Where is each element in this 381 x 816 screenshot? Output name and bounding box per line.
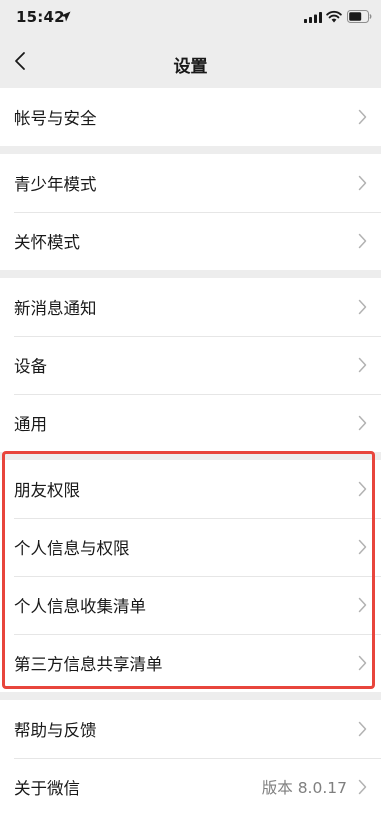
settings-item-personal-info-permissions[interactable]: 个人信息与权限 xyxy=(0,518,381,576)
settings-item-general[interactable]: 通用 xyxy=(0,394,381,452)
chevron-right-icon xyxy=(358,299,367,315)
settings-item-label: 个人信息收集清单 xyxy=(14,597,146,616)
settings-item-teen-mode[interactable]: 青少年模式 xyxy=(0,154,381,212)
settings-item-care-mode[interactable]: 关怀模式 xyxy=(0,212,381,270)
settings-item-label: 朋友权限 xyxy=(14,481,80,500)
settings-item-notifications[interactable]: 新消息通知 xyxy=(0,278,381,336)
chevron-right-icon xyxy=(358,109,367,125)
battery-icon xyxy=(347,10,372,23)
chevron-right-icon xyxy=(358,539,367,555)
settings-item-devices[interactable]: 设备 xyxy=(0,336,381,394)
chevron-right-icon xyxy=(358,779,367,795)
page-title: 设置 xyxy=(173,57,208,77)
status-time: 15:42 xyxy=(16,8,65,26)
settings-group-privacy: 朋友权限 个人信息与权限 个人信息收集清单 第三方信息共享清单 xyxy=(0,460,381,692)
settings-item-friend-permissions[interactable]: 朋友权限 xyxy=(0,460,381,518)
settings-item-personal-info-collection[interactable]: 个人信息收集清单 xyxy=(0,576,381,634)
settings-item-label: 通用 xyxy=(14,415,47,434)
settings-item-label: 帮助与反馈 xyxy=(14,721,97,740)
chevron-right-icon xyxy=(358,721,367,737)
chevron-right-icon xyxy=(358,597,367,613)
chevron-right-icon xyxy=(358,233,367,249)
settings-item-label: 新消息通知 xyxy=(14,299,97,318)
settings-item-about-wechat[interactable]: 关于微信 版本 8.0.17 xyxy=(0,758,381,816)
nav-bar: 设置 xyxy=(0,36,381,88)
status-bar: 15:42 xyxy=(0,0,381,36)
settings-item-label: 关于微信 xyxy=(14,779,80,798)
settings-item-label: 个人信息与权限 xyxy=(14,539,130,558)
settings-item-help-feedback[interactable]: 帮助与反馈 xyxy=(0,700,381,758)
settings-item-label: 青少年模式 xyxy=(14,175,97,194)
settings-group-account: 帐号与安全 xyxy=(0,88,381,146)
settings-item-label: 关怀模式 xyxy=(14,233,80,252)
settings-item-label: 第三方信息共享清单 xyxy=(14,655,163,674)
chevron-right-icon xyxy=(358,415,367,431)
version-value: 版本 8.0.17 xyxy=(261,779,347,797)
chevron-right-icon xyxy=(358,655,367,671)
location-arrow-icon xyxy=(60,11,71,22)
chevron-right-icon xyxy=(358,357,367,373)
settings-group-modes: 青少年模式 关怀模式 xyxy=(0,154,381,270)
cellular-signal-icon xyxy=(304,12,322,23)
chevron-right-icon xyxy=(358,175,367,191)
settings-item-label: 设备 xyxy=(14,357,47,376)
settings-group-about: 帮助与反馈 关于微信 版本 8.0.17 xyxy=(0,700,381,816)
chevron-right-icon xyxy=(358,481,367,497)
wifi-icon xyxy=(326,10,342,23)
settings-item-account-security[interactable]: 帐号与安全 xyxy=(0,88,381,146)
settings-group-general: 新消息通知 设备 通用 xyxy=(0,278,381,452)
settings-item-third-party-sharing[interactable]: 第三方信息共享清单 xyxy=(0,634,381,692)
settings-item-label: 帐号与安全 xyxy=(14,109,97,128)
